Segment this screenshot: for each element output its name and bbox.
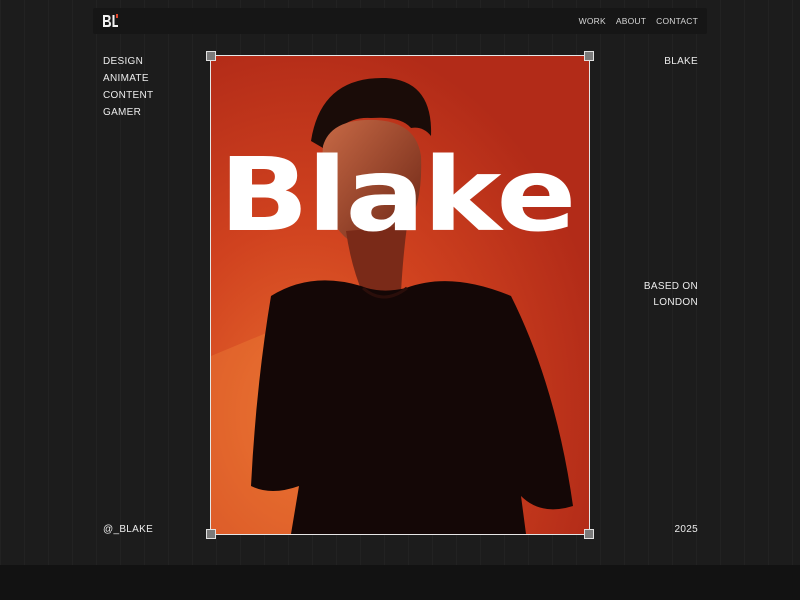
hero-name-overlay: Blake bbox=[219, 135, 576, 255]
top-navbar: WORK ABOUT CONTACT bbox=[93, 8, 707, 34]
location-label: BASED ON LONDON bbox=[644, 279, 698, 311]
name-label: BLAKE bbox=[664, 56, 698, 67]
role-list: DESIGN ANIMATE CONTENT GAMER bbox=[103, 53, 153, 121]
role-item: ANIMATE bbox=[103, 73, 149, 84]
bottom-band bbox=[0, 565, 800, 600]
nav-contact-link[interactable]: CONTACT bbox=[656, 16, 698, 26]
hero-photo-frame[interactable]: Blake bbox=[210, 55, 590, 535]
location-line-1: BASED ON bbox=[643, 281, 698, 292]
role-item: DESIGN bbox=[103, 56, 144, 67]
hero-portrait-image bbox=[211, 56, 589, 534]
main-nav: WORK ABOUT CONTACT bbox=[579, 8, 698, 34]
nav-about-link[interactable]: ABOUT bbox=[616, 16, 646, 26]
social-handle-link[interactable]: @_BLAKE bbox=[103, 521, 153, 538]
role-item: CONTENT bbox=[103, 90, 154, 101]
location-line-2: LONDON bbox=[653, 297, 698, 308]
portfolio-page: WORK ABOUT CONTACT DESIGN ANIMATE CONTEN… bbox=[0, 0, 800, 600]
resize-handle-bottom-right[interactable] bbox=[584, 529, 594, 539]
resize-handle-top-right[interactable] bbox=[584, 51, 594, 61]
year-label: 2025 bbox=[674, 524, 698, 535]
role-item: GAMER bbox=[103, 107, 142, 118]
brand-logo[interactable] bbox=[101, 13, 119, 29]
resize-handle-bottom-left[interactable] bbox=[206, 529, 216, 539]
nav-work-link[interactable]: WORK bbox=[579, 16, 606, 26]
resize-handle-top-left[interactable] bbox=[206, 51, 216, 61]
